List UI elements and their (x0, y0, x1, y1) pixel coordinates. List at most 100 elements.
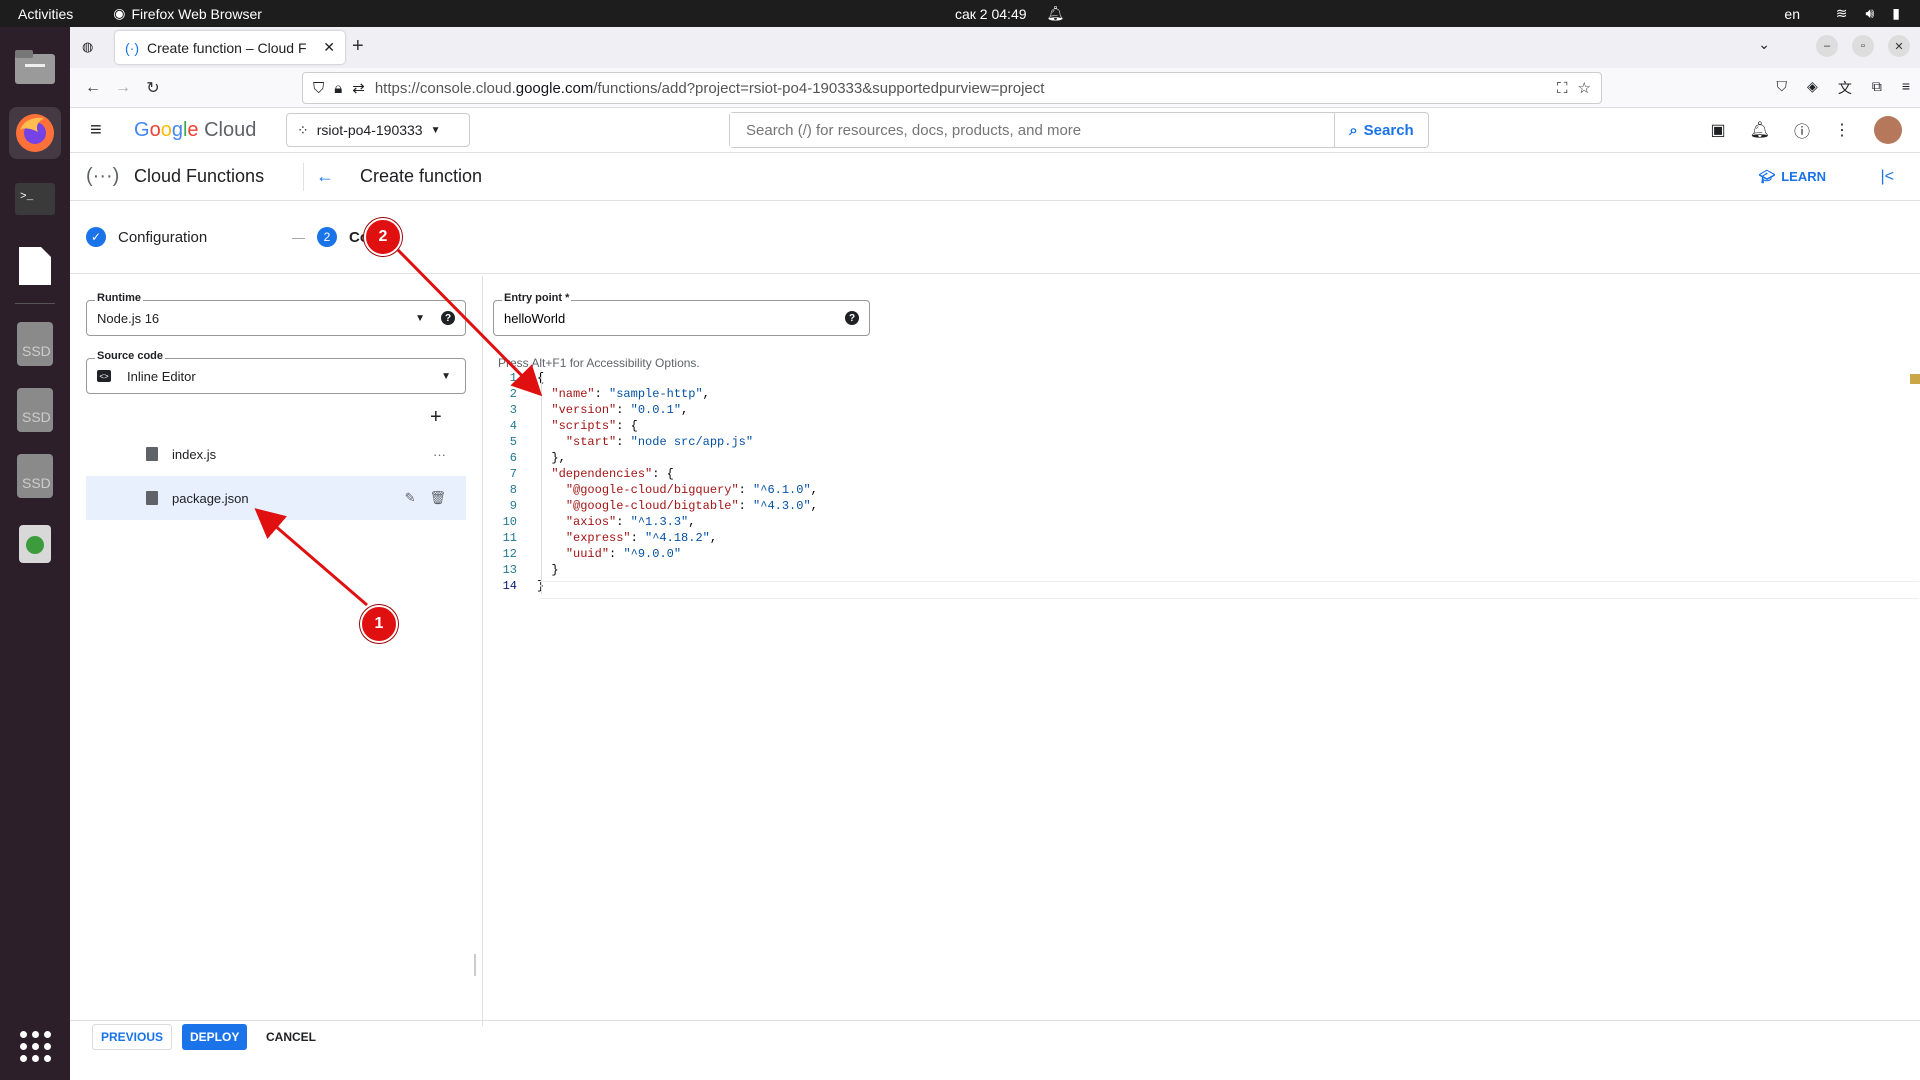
close-tab-icon[interactable]: ✕ (323, 39, 335, 56)
file-item-package-json[interactable]: package.json ✎ 🗑︎ (86, 476, 466, 520)
google-cloud-logo[interactable]: Google Cloud (134, 119, 256, 142)
dock-drive-3[interactable]: SSD (9, 450, 61, 502)
code-line[interactable]: 9 "@google-cloud/bigtable": "^4.3.0", (483, 498, 1920, 514)
code-line[interactable]: 2 "name": "sample-http", (483, 386, 1920, 402)
translate-icon[interactable]: ⛶ (1557, 80, 1568, 97)
more-vert-icon[interactable]: ⋮ (1834, 120, 1850, 140)
code-text: "scripts": { (551, 419, 638, 433)
app-menu[interactable]: ◉ Firefox Web Browser (113, 5, 262, 22)
translator-icon[interactable]: 文 (1838, 78, 1852, 98)
code-line[interactable]: 11 "express": "^4.18.2", (483, 530, 1920, 546)
tab-create-function[interactable]: (·) Create function – Cloud F ✕ (115, 31, 345, 64)
project-picker[interactable]: ⁘ rsiot-po4-190333 ▼ (286, 113, 470, 147)
firefox-icon: ◉ (113, 5, 126, 21)
collapse-panel-icon[interactable]: |< (1881, 168, 1895, 186)
line-number: 1 (509, 371, 517, 385)
list-tabs-button[interactable]: ⌄ (1758, 36, 1770, 53)
activities-button[interactable]: Activities (18, 6, 73, 22)
extensions-icon[interactable]: ⧉ (1872, 78, 1882, 98)
entry-point-input[interactable] (504, 310, 845, 326)
check-circle-icon: ✓ (86, 227, 106, 247)
delete-icon[interactable]: 🗑︎ (429, 490, 446, 506)
dock-firefox[interactable] (9, 107, 61, 159)
battery-icon: ▮ (1892, 5, 1900, 21)
deploy-button[interactable]: DEPLOY (182, 1024, 248, 1050)
dock-files[interactable] (9, 41, 61, 93)
code-line[interactable]: 10 "axios": "^1.3.3", (483, 514, 1920, 530)
volume-icon: 🔊︎ (1865, 5, 1875, 21)
action-bar: PREVIOUS DEPLOY CANCEL (70, 1020, 1920, 1053)
hamburger-menu-icon[interactable]: ≡ (90, 119, 102, 142)
accessibility-hint: Press Alt+F1 for Accessibility Options. (498, 356, 700, 370)
bookmark-star-icon[interactable]: ☆ (1578, 79, 1591, 97)
permissions-icon[interactable]: ⇄ (352, 79, 365, 97)
window-controls: – ▫ ✕ (1816, 35, 1910, 57)
dock-drive-1[interactable]: SSD (9, 318, 61, 370)
current-line-highlight (539, 581, 1919, 599)
code-line[interactable]: 6 }, (483, 450, 1920, 466)
code-editor[interactable]: 1{2 "name": "sample-http",3 "version": "… (483, 370, 1920, 670)
step-configuration[interactable]: ✓ Configuration (86, 227, 207, 247)
file-item-index-js[interactable]: index.js ··· (86, 432, 466, 476)
cancel-button[interactable]: CANCEL (258, 1024, 324, 1050)
notifications-icon[interactable]: 🔔︎ (1750, 120, 1770, 140)
search-button[interactable]: ⌕ Search (1334, 113, 1428, 147)
clock[interactable]: сак 2 04:49 🔔︎ (955, 5, 1064, 22)
annotation-badge-2: 2 (364, 218, 402, 256)
lock-icon[interactable]: 🔒︎ (334, 80, 342, 97)
code-line[interactable]: 13 } (483, 562, 1920, 578)
close-window-icon[interactable]: ✕ (1888, 35, 1910, 57)
cloud-shell-icon[interactable]: ▣ (1711, 120, 1726, 140)
extension-shield-icon[interactable]: ◈ (1807, 78, 1818, 98)
code-line[interactable]: 5 "start": "node src/app.js" (483, 434, 1920, 450)
previous-button[interactable]: PREVIOUS (92, 1024, 173, 1050)
clock-text: сак 2 04:49 (955, 5, 1027, 22)
ssd-drive-icon: SSD (17, 388, 53, 432)
dock-drive-2[interactable]: SSD (9, 384, 61, 436)
forward-icon[interactable]: → (108, 79, 138, 97)
reload-icon[interactable]: ↻ (138, 78, 168, 98)
resize-handle[interactable] (474, 954, 476, 976)
more-horiz-icon[interactable]: ··· (433, 447, 446, 462)
minimize-icon[interactable]: – (1816, 35, 1838, 57)
help-icon[interactable]: ? (845, 311, 859, 325)
url-text[interactable]: https://console.cloud.google.com/functio… (375, 80, 1547, 97)
maximize-icon[interactable]: ▫ (1852, 35, 1874, 57)
help-icon[interactable]: ? (441, 311, 455, 325)
firefox-view-icon[interactable]: ◍ (82, 39, 93, 55)
line-number: 11 (502, 531, 517, 545)
code-line[interactable]: 4 "scripts": { (483, 418, 1920, 434)
dock-text-editor[interactable] (9, 239, 61, 291)
edit-pencil-icon[interactable]: ✎ (405, 490, 416, 506)
avatar[interactable] (1874, 116, 1902, 144)
runtime-value: Node.js 16 (97, 310, 160, 326)
new-tab-button[interactable]: + (352, 35, 364, 58)
dock-trash[interactable] (9, 516, 61, 568)
help-icon[interactable]: ⓘ (1794, 118, 1810, 142)
source-code-select[interactable]: Source code <> Inline Editor ▼ (86, 350, 466, 394)
add-file-button[interactable]: + (430, 406, 442, 429)
back-arrow-icon[interactable]: ← (316, 166, 334, 187)
url-bar[interactable]: ⛉ 🔒︎ ⇄ https://console.cloud.google.com/… (302, 72, 1602, 104)
app-name: Firefox Web Browser (131, 5, 262, 22)
search-input[interactable] (730, 113, 1334, 147)
code-line[interactable]: 8 "@google-cloud/bigquery": "^6.1.0", (483, 482, 1920, 498)
learn-button[interactable]: 🎓︎ LEARN (1759, 169, 1826, 185)
runtime-select[interactable]: Runtime Node.js 16 ▼ ? (86, 292, 466, 336)
dock-terminal[interactable]: >_ (9, 173, 61, 225)
entry-point-field[interactable]: Entry point * ? (493, 292, 870, 336)
shield-icon[interactable]: ⛉ (313, 80, 324, 97)
code-line[interactable]: 1{ (483, 370, 1920, 386)
code-text: "@google-cloud/bigquery": "^6.1.0", (565, 483, 818, 497)
stepper: ✓ Configuration — 2 Code (70, 201, 1920, 274)
system-tray[interactable]: ≋ 🔊︎ ▮ (1836, 5, 1900, 22)
code-line[interactable]: 3 "version": "0.0.1", (483, 402, 1920, 418)
language-indicator[interactable]: en (1784, 6, 1800, 22)
pocket-icon[interactable]: ⛉ (1777, 78, 1788, 98)
code-line[interactable]: 12 "uuid": "^9.0.0" (483, 546, 1920, 562)
runtime-label: Runtime (95, 292, 143, 304)
code-line[interactable]: 7 "dependencies": { (483, 466, 1920, 482)
back-icon[interactable]: ← (78, 79, 108, 97)
menu-icon[interactable]: ≡ (1902, 78, 1910, 98)
show-apps-button[interactable] (19, 1031, 51, 1062)
